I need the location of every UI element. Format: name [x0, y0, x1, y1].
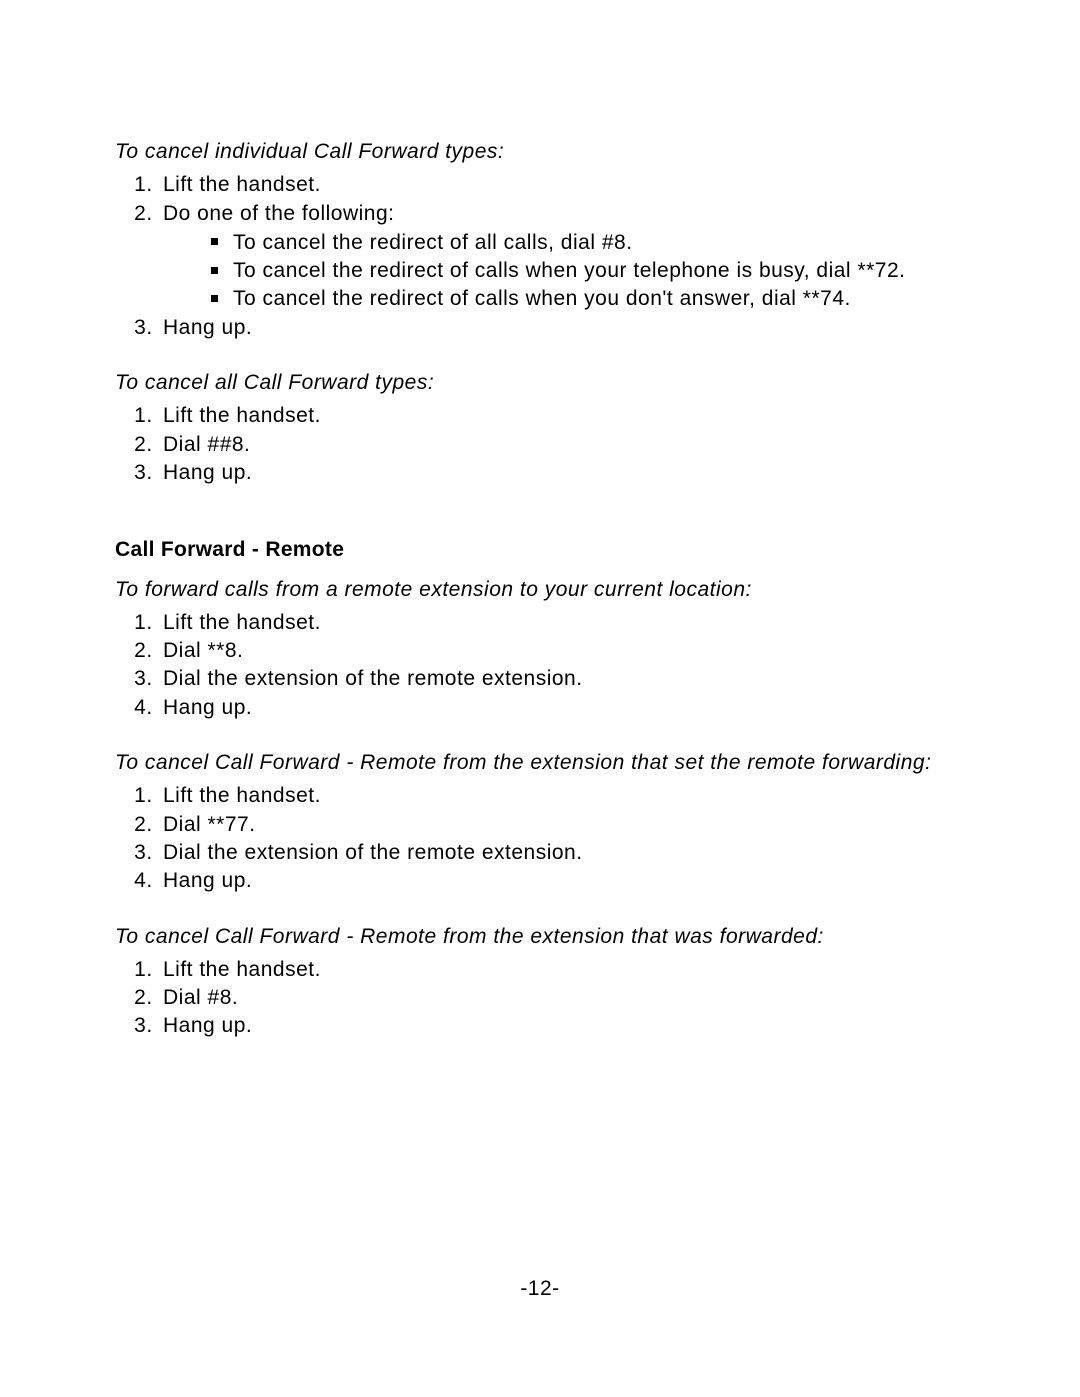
list-item: Dial ##8.: [159, 431, 965, 458]
list-item: Dial the extension of the remote extensi…: [159, 839, 965, 866]
ordered-list: Lift the handset. Dial **77. Dial the ex…: [115, 782, 965, 894]
list-item: Dial #8.: [159, 984, 965, 1011]
list-item: Dial **77.: [159, 811, 965, 838]
list-item: Lift the handset.: [159, 609, 965, 636]
list-item: Hang up.: [159, 314, 965, 341]
list-item: Lift the handset.: [159, 956, 965, 983]
list-item: Hang up.: [159, 694, 965, 721]
ordered-list: Lift the handset. Dial ##8. Hang up.: [115, 402, 965, 486]
list-item: Do one of the following: To cancel the r…: [159, 200, 965, 313]
section-heading: To forward calls from a remote extension…: [115, 576, 965, 603]
list-item: Hang up.: [159, 1012, 965, 1039]
section-heading: To cancel individual Call Forward types:: [115, 138, 965, 165]
list-item-text: Do one of the following:: [163, 202, 394, 225]
list-item: Dial **8.: [159, 637, 965, 664]
ordered-list: Lift the handset. Do one of the followin…: [115, 171, 965, 341]
list-item: Hang up.: [159, 867, 965, 894]
section-heading: To cancel Call Forward - Remote from the…: [115, 749, 965, 776]
document-page: To cancel individual Call Forward types:…: [0, 0, 1080, 1397]
bullet-item: To cancel the redirect of calls when you…: [211, 257, 965, 284]
section-heading: To cancel all Call Forward types:: [115, 369, 965, 396]
list-item: Lift the handset.: [159, 782, 965, 809]
section-heading: To cancel Call Forward - Remote from the…: [115, 923, 965, 950]
bold-heading-call-forward-remote: Call Forward - Remote: [115, 536, 965, 563]
ordered-list: Lift the handset. Dial #8. Hang up.: [115, 956, 965, 1040]
page-number: -12-: [0, 1275, 1080, 1302]
list-item: Lift the handset.: [159, 402, 965, 429]
list-item: Dial the extension of the remote extensi…: [159, 665, 965, 692]
bullet-item: To cancel the redirect of all calls, dia…: [211, 229, 965, 256]
bullet-list: To cancel the redirect of all calls, dia…: [163, 229, 965, 313]
ordered-list: Lift the handset. Dial **8. Dial the ext…: [115, 609, 965, 721]
bullet-item: To cancel the redirect of calls when you…: [211, 285, 965, 312]
list-item: Lift the handset.: [159, 171, 965, 198]
list-item: Hang up.: [159, 459, 965, 486]
